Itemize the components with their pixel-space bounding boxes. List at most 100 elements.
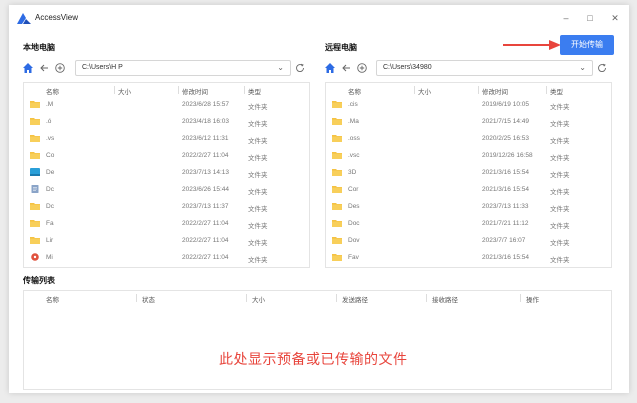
remote-file-list[interactable]: 名称 大小 修改时间 类型 .cis 2019/6/19 10:05 文件夹 .Ma 2… xyxy=(325,82,612,268)
file-row[interactable]: Lir 2022/2/27 11:04 文件夹 xyxy=(24,233,309,250)
file-modified: 2023/6/26 15:44 xyxy=(182,186,229,193)
file-type: 文件夹 xyxy=(248,189,268,196)
file-type: 文件夹 xyxy=(248,121,268,128)
column-header-type[interactable]: 类型 xyxy=(248,86,261,96)
file-type: 文件夹 xyxy=(550,206,570,213)
file-row[interactable]: Des 2023/7/13 11:33 文件夹 xyxy=(326,199,611,216)
file-name: Dov xyxy=(348,237,360,244)
file-type: 文件夹 xyxy=(550,189,570,196)
transfer-list[interactable]: 名称 状态 大小 发送路径 接收路径 操作 xyxy=(23,290,612,390)
column-header-size[interactable]: 大小 xyxy=(418,86,431,96)
file-name: Co xyxy=(46,152,55,159)
remote-computer-title: 远程电脑 xyxy=(325,43,357,52)
file-row[interactable]: Cor 2021/3/16 15:54 文件夹 xyxy=(326,182,611,199)
file-row[interactable]: 3D 2021/3/16 15:54 文件夹 xyxy=(326,165,611,182)
transfer-header-status[interactable]: 状态 xyxy=(142,294,155,304)
file-name: Lir xyxy=(46,237,54,244)
file-modified: 2023/6/12 11:31 xyxy=(182,135,229,142)
local-path-input[interactable]: C:\Users\H P ⌄ xyxy=(75,60,291,76)
column-divider xyxy=(426,294,427,302)
file-modified: 2020/2/25 16:53 xyxy=(482,135,529,142)
file-row[interactable]: Doc 2021/7/21 11:12 文件夹 xyxy=(326,216,611,233)
file-modified: 2021/7/21 11:12 xyxy=(482,220,529,227)
file-row[interactable]: Dc 2023/7/13 11:37 文件夹 xyxy=(24,199,309,216)
file-modified: 2021/3/16 15:54 xyxy=(482,254,529,261)
transfer-header-send-path[interactable]: 发送路径 xyxy=(342,294,368,304)
home-icon[interactable] xyxy=(325,63,335,73)
column-divider xyxy=(546,86,547,94)
refresh-icon[interactable] xyxy=(597,63,607,73)
start-transfer-button[interactable]: 开始传输 xyxy=(560,35,614,55)
local-file-list[interactable]: 名称 大小 修改时间 类型 .M 2023/6/28 15:57 文件夹 .ó 202… xyxy=(23,82,310,268)
file-modified: 2023/7/13 14:13 xyxy=(182,169,229,176)
file-row[interactable]: Fa 2022/2/27 11:04 文件夹 xyxy=(24,216,309,233)
file-type: 文件夹 xyxy=(550,257,570,264)
column-header-name[interactable]: 名称 xyxy=(46,86,59,96)
column-divider xyxy=(336,294,337,302)
file-name: .ó xyxy=(46,118,52,125)
file-type: 文件夹 xyxy=(550,172,570,179)
file-modified: 2019/6/19 10:05 xyxy=(482,101,529,108)
file-row[interactable]: Co 2022/2/27 11:04 文件夹 xyxy=(24,148,309,165)
file-row[interactable]: Mi 2022/2/27 11:04 文件夹 xyxy=(24,250,309,267)
file-row[interactable]: Dc 2023/6/26 15:44 文件夹 xyxy=(24,182,309,199)
maximize-button[interactable]: □ xyxy=(584,12,596,24)
column-divider xyxy=(478,86,479,94)
column-divider xyxy=(136,294,137,302)
file-modified: 2022/2/27 11:04 xyxy=(182,237,229,244)
file-type: 文件夹 xyxy=(550,223,570,230)
file-modified: 2023/7/7 16:07 xyxy=(482,237,526,244)
file-name: .M xyxy=(46,101,54,108)
file-name: De xyxy=(46,169,55,176)
column-header-type[interactable]: 类型 xyxy=(550,86,563,96)
chevron-down-icon[interactable]: ⌄ xyxy=(277,63,284,72)
refresh-icon[interactable] xyxy=(295,63,305,73)
file-name: .Ma xyxy=(348,118,359,125)
file-type: 文件夹 xyxy=(550,138,570,145)
column-header-modified[interactable]: 修改时间 xyxy=(182,86,208,96)
file-name: .vs xyxy=(46,135,55,142)
file-row[interactable]: .oss 2020/2/25 16:53 文件夹 xyxy=(326,131,611,148)
file-type: 文件夹 xyxy=(248,206,268,213)
file-row[interactable]: .vsc 2019/12/26 16:58 文件夹 xyxy=(326,148,611,165)
column-divider xyxy=(178,86,179,94)
minimize-button[interactable]: – xyxy=(560,12,572,24)
remote-path-text: C:\Users\34980 xyxy=(383,64,432,71)
home-icon[interactable] xyxy=(23,63,33,73)
back-arrow-icon[interactable] xyxy=(39,63,49,73)
transfer-header-size[interactable]: 大小 xyxy=(252,294,265,304)
file-row[interactable]: .ó 2023/4/18 16:03 文件夹 xyxy=(24,114,309,131)
file-row[interactable]: .M 2023/6/28 15:57 文件夹 xyxy=(24,97,309,114)
file-name: 3D xyxy=(348,169,357,176)
local-computer-title: 本地电脑 xyxy=(23,43,55,52)
file-type: 文件夹 xyxy=(248,138,268,145)
transfer-header-name[interactable]: 名称 xyxy=(46,294,59,304)
file-modified: 2022/2/27 11:04 xyxy=(182,220,229,227)
file-name: .cis xyxy=(348,101,358,108)
file-row[interactable]: .Ma 2021/7/15 14:49 文件夹 xyxy=(326,114,611,131)
file-row[interactable]: Fav 2021/3/16 15:54 文件夹 xyxy=(326,250,611,267)
file-type: 文件夹 xyxy=(248,104,268,111)
file-row[interactable]: Dov 2023/7/7 16:07 文件夹 xyxy=(326,233,611,250)
file-row[interactable]: De 2023/7/13 14:13 文件夹 xyxy=(24,165,309,182)
file-name: Dc xyxy=(46,203,54,210)
file-name: Des xyxy=(348,203,360,210)
column-header-modified[interactable]: 修改时间 xyxy=(482,86,508,96)
file-modified: 2022/2/27 11:04 xyxy=(182,152,229,159)
file-name: Mi xyxy=(46,254,53,261)
add-circle-icon[interactable] xyxy=(55,63,65,73)
file-row[interactable]: .vs 2023/6/12 11:31 文件夹 xyxy=(24,131,309,148)
chevron-down-icon[interactable]: ⌄ xyxy=(579,63,586,72)
transfer-header-action[interactable]: 操作 xyxy=(526,294,539,304)
column-header-name[interactable]: 名称 xyxy=(348,86,361,96)
file-type: 文件夹 xyxy=(248,223,268,230)
close-button[interactable]: ✕ xyxy=(609,12,621,24)
add-circle-icon[interactable] xyxy=(357,63,367,73)
column-header-size[interactable]: 大小 xyxy=(118,86,131,96)
back-arrow-icon[interactable] xyxy=(341,63,351,73)
file-type: 文件夹 xyxy=(550,104,570,111)
file-row[interactable]: .cis 2019/6/19 10:05 文件夹 xyxy=(326,97,611,114)
remote-path-input[interactable]: C:\Users\34980 ⌄ xyxy=(376,60,593,76)
transfer-header-receive-path[interactable]: 接收路径 xyxy=(432,294,458,304)
app-title: AccessView xyxy=(35,13,78,22)
